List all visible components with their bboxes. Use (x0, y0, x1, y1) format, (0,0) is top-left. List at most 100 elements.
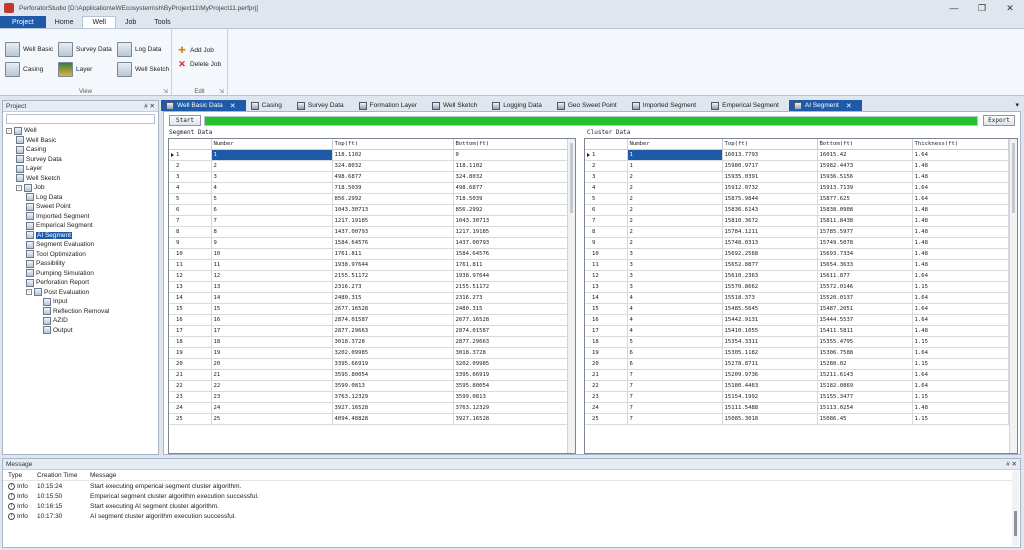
table-cell[interactable]: 15305.1182 (722, 347, 818, 359)
table-row[interactable]: 11 3 15652.8877 15654.3633 1.48 (585, 259, 1009, 271)
table-row[interactable]: 20 6 15278.8711 15280.02 1.15 (585, 358, 1009, 370)
table-cell[interactable]: 15182.0869 (817, 380, 913, 392)
column-header[interactable]: Top(ft) (722, 139, 818, 150)
table-cell[interactable]: 1.48 (912, 160, 1009, 172)
table-cell[interactable]: 718.5039 (332, 182, 454, 194)
row-header[interactable]: 2 (169, 160, 212, 172)
table-row[interactable]: 14 4 15518.373 15520.0137 1.64 (585, 292, 1009, 304)
tab-item[interactable]: Imported Segment (627, 100, 706, 111)
table-cell[interactable]: 1938.97644 (453, 270, 572, 282)
table-cell[interactable]: 2 (627, 182, 723, 194)
scroll-thumb[interactable] (1012, 143, 1015, 213)
table-cell[interactable]: 15913.7139 (817, 182, 913, 194)
table-cell[interactable]: 2874.01587 (332, 314, 454, 326)
col-creation-time[interactable]: Creation Time (37, 472, 90, 479)
table-cell[interactable]: 1.48 (912, 226, 1009, 238)
table-cell[interactable]: 2316.273 (332, 281, 454, 293)
table-cell[interactable]: 2877.29663 (332, 325, 454, 337)
table-cell[interactable]: 15693.7334 (817, 248, 913, 260)
table-cell[interactable]: 2 (627, 237, 723, 249)
table-cell[interactable]: 15209.9736 (722, 369, 818, 381)
table-cell[interactable]: 7 (627, 391, 723, 403)
table-cell[interactable]: 15611.877 (817, 270, 913, 282)
row-header[interactable]: 22 (585, 380, 628, 392)
table-cell[interactable]: 1.15 (912, 358, 1009, 370)
table-cell[interactable]: 15485.5645 (722, 303, 818, 315)
table-cell[interactable]: 3 (627, 248, 723, 260)
table-row[interactable]: 10 3 15692.2568 15693.7334 1.48 (585, 248, 1009, 260)
row-header[interactable]: 3 (169, 171, 212, 183)
table-cell[interactable]: 15280.02 (817, 358, 913, 370)
row-header[interactable]: 14 (169, 292, 212, 304)
table-cell[interactable]: 15572.0146 (817, 281, 913, 293)
table-cell[interactable]: 1.48 (912, 248, 1009, 260)
table-cell[interactable]: 1 (211, 149, 333, 161)
minimize-button[interactable]: — (940, 0, 968, 16)
table-cell[interactable]: 6 (627, 347, 723, 359)
table-row[interactable]: 8 8 1437.00793 1217.19185 (169, 226, 572, 238)
row-header[interactable]: 8 (585, 226, 628, 238)
collapse-icon[interactable]: - (26, 289, 32, 296)
table-cell[interactable]: 1584.64576 (453, 248, 572, 260)
table-cell[interactable]: 2 (211, 160, 333, 172)
table-row[interactable]: 3 3 498.6877 324.8032 (169, 171, 572, 183)
table-row[interactable]: 1 1 16013.7793 16015.42 1.64 (585, 149, 1009, 161)
table-cell[interactable]: 6 (627, 358, 723, 370)
tab-dropdown-icon[interactable]: ▾ (1015, 101, 1019, 109)
table-cell[interactable]: 3599.0813 (332, 380, 454, 392)
tab-item[interactable]: Well Basic Data ✕ (161, 100, 246, 111)
table-cell[interactable]: 1043.30713 (453, 215, 572, 227)
row-header[interactable]: 22 (169, 380, 212, 392)
row-header[interactable]: 10 (169, 248, 212, 260)
table-row[interactable]: 22 22 3599.0813 3595.80054 (169, 380, 572, 392)
table-cell[interactable]: 2 (627, 215, 723, 227)
table-cell[interactable]: 3395.66919 (453, 369, 572, 381)
row-header[interactable]: 7 (169, 215, 212, 227)
table-cell[interactable]: 21 (211, 369, 333, 381)
table-cell[interactable]: 2 (627, 193, 723, 205)
row-header[interactable]: 5 (169, 193, 212, 205)
group-expander-icon[interactable]: ⇲ (163, 88, 168, 95)
table-cell[interactable]: 16 (211, 314, 333, 326)
table-cell[interactable]: 3763.12329 (453, 402, 572, 414)
table-cell[interactable]: 3202.09985 (453, 358, 572, 370)
tree-item[interactable]: - Job (16, 183, 44, 193)
row-header[interactable]: 15 (585, 303, 628, 315)
row-header[interactable]: 11 (585, 259, 628, 271)
table-cell[interactable]: 3595.80054 (332, 369, 454, 381)
close-button[interactable]: ✕ (996, 0, 1024, 16)
table-row[interactable]: 13 13 2316.273 2155.51172 (169, 281, 572, 293)
table-cell[interactable]: 2877.29663 (453, 336, 572, 348)
table-cell[interactable]: 1.48 (912, 171, 1009, 183)
table-cell[interactable]: 19 (211, 347, 333, 359)
table-cell[interactable]: 15306.7588 (817, 347, 913, 359)
table-cell[interactable]: 15518.373 (722, 292, 818, 304)
group-expander-icon[interactable]: ⇲ (219, 88, 224, 95)
table-row[interactable]: 2 2 324.8032 118.1102 (169, 160, 572, 172)
table-cell[interactable]: 1.64 (912, 270, 1009, 282)
menu-tools[interactable]: Tools (145, 16, 179, 28)
table-cell[interactable]: 1.64 (912, 347, 1009, 359)
table-cell[interactable]: 7 (627, 380, 723, 392)
message-row[interactable]: i Info 10:15:24 Start executing emperical s… (3, 481, 1020, 491)
survey-data-button[interactable]: Survey Data (58, 42, 112, 57)
row-header[interactable]: 6 (585, 204, 628, 216)
table-cell[interactable]: 4 (627, 325, 723, 337)
table-row[interactable]: 15 15 2677.16528 2480.315 (169, 303, 572, 315)
table-cell[interactable]: 15211.6143 (817, 369, 913, 381)
row-header[interactable]: 5 (585, 193, 628, 205)
table-cell[interactable]: 324.8032 (453, 171, 572, 183)
table-cell[interactable]: 1217.19185 (332, 215, 454, 227)
table-row[interactable]: 24 24 3927.16528 3763.12329 (169, 402, 572, 414)
table-cell[interactable]: 1761.811 (453, 259, 572, 271)
table-cell[interactable]: 3 (627, 281, 723, 293)
row-header[interactable]: 10 (585, 248, 628, 260)
column-header[interactable]: Top(ft) (332, 139, 454, 150)
table-row[interactable]: 8 2 15784.1211 15785.5977 1.48 (585, 226, 1009, 238)
table-cell[interactable]: 15154.1992 (722, 391, 818, 403)
table-cell[interactable]: 22 (211, 380, 333, 392)
table-row[interactable]: 12 12 2155.51172 1938.97644 (169, 270, 572, 282)
table-cell[interactable]: 1.64 (912, 182, 1009, 194)
table-cell[interactable]: 15610.2363 (722, 270, 818, 282)
table-cell[interactable]: 1.15 (912, 413, 1009, 425)
